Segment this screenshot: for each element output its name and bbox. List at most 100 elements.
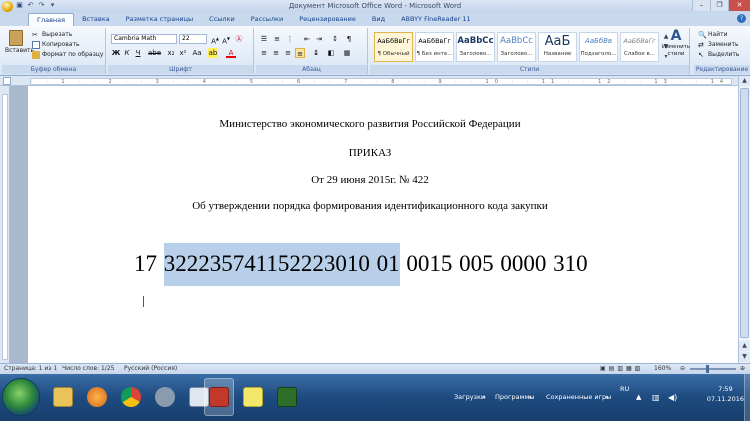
- start-button[interactable]: [2, 378, 40, 416]
- paste-button[interactable]: Вставить: [5, 29, 34, 63]
- change-styles-button[interactable]: A Изменить стили: [658, 28, 694, 64]
- grow-font-icon[interactable]: A▲: [210, 34, 220, 45]
- style-no-spacing[interactable]: АаБбВвГг ¶ Без инте...: [415, 32, 454, 62]
- style-heading-1[interactable]: AaBbCc Заголово...: [456, 32, 495, 62]
- network-tray-icon[interactable]: ▥: [652, 374, 660, 421]
- word-count[interactable]: Число слов: 1/25: [62, 364, 114, 374]
- tab-mailings[interactable]: Рассылки: [243, 13, 292, 26]
- style-normal[interactable]: АаБбВвГг ¶ Обычный: [374, 32, 413, 62]
- style-subtle-emphasis[interactable]: АаБбВвГг Слабое в...: [620, 32, 659, 62]
- cut-button[interactable]: ✂ Вырезать: [32, 30, 72, 39]
- taskbar-chrome[interactable]: [116, 378, 146, 416]
- tab-review[interactable]: Рецензирование: [291, 13, 364, 26]
- taskbar-notes[interactable]: [238, 378, 268, 416]
- zoom-slider[interactable]: [690, 368, 736, 370]
- zoom-level[interactable]: 160%: [654, 364, 671, 374]
- minimize-button[interactable]: –: [692, 0, 710, 11]
- toolbar-downloads[interactable]: Загрузки: [454, 374, 485, 421]
- vertical-scrollbar[interactable]: ▲ ▲ ▼: [738, 76, 750, 363]
- align-right-icon[interactable]: ≡: [283, 48, 293, 58]
- font-size-select[interactable]: 22: [179, 34, 207, 44]
- tab-view[interactable]: Вид: [364, 13, 393, 26]
- tab-references[interactable]: Ссылки: [201, 13, 243, 26]
- restore-button[interactable]: ❐: [710, 0, 728, 11]
- bullets-icon[interactable]: ☰: [259, 34, 269, 44]
- borders-icon[interactable]: ▦: [342, 48, 352, 58]
- zoom-out-icon[interactable]: ⊖: [680, 364, 685, 374]
- view-buttons[interactable]: ▣▤▥▦▧: [600, 364, 643, 374]
- code-suffix[interactable]: 0015 005 0000 310: [400, 251, 587, 276]
- line-spacing-icon[interactable]: ↨: [311, 48, 321, 58]
- ruler-scale[interactable]: · · 1 · · 2 · · 3 · · 4 · · 5 · · 6 · · …: [30, 78, 732, 85]
- replace-button[interactable]: ⇄ Заменить: [698, 40, 739, 49]
- copy-button[interactable]: Копировать: [32, 40, 79, 49]
- bold-icon[interactable]: Ж: [111, 48, 121, 58]
- language-indicator[interactable]: Русский (Россия): [124, 364, 177, 374]
- select-button[interactable]: ↖ Выделить: [698, 50, 739, 59]
- editing-group: 🔍Найти ⇄ Заменить ↖ Выделить Редактировани…: [694, 28, 750, 74]
- tab-insert[interactable]: Вставка: [74, 13, 118, 26]
- numbering-icon[interactable]: ≡: [272, 34, 282, 44]
- zoom-slider-knob[interactable]: [706, 365, 709, 373]
- doc-line-subject[interactable]: Об утверждении порядка формирования иден…: [10, 200, 738, 212]
- tab-home[interactable]: Главная: [28, 13, 75, 26]
- help-icon[interactable]: ?: [737, 14, 746, 23]
- next-page-icon[interactable]: ▼: [739, 352, 750, 362]
- document-area[interactable]: Министерство экономического развития Рос…: [10, 86, 738, 363]
- underline-icon[interactable]: Ч: [133, 48, 143, 58]
- justify-icon[interactable]: ≡: [295, 48, 305, 58]
- clear-format-icon[interactable]: Ⓐ: [234, 34, 244, 44]
- show-desktop-button[interactable]: [744, 374, 750, 421]
- font-family-select[interactable]: Cambria Math: [111, 34, 177, 44]
- multilevel-list-icon[interactable]: ⋮: [285, 34, 295, 44]
- taskbar-messenger[interactable]: [150, 378, 180, 416]
- doc-line-ministry[interactable]: Министерство экономического развития Рос…: [10, 118, 738, 130]
- taskbar-media[interactable]: [82, 378, 112, 416]
- doc-line-order[interactable]: ПРИКАЗ: [10, 147, 738, 159]
- purchase-code-line[interactable]: 17 322235741152223010 01 0015 005 0000 3…: [134, 243, 588, 286]
- page-count[interactable]: Страница: 1 из 1: [4, 364, 57, 374]
- shading-icon[interactable]: ◧: [326, 48, 336, 58]
- strikethrough-icon[interactable]: abe: [148, 48, 161, 58]
- taskbar-explorer[interactable]: [48, 378, 78, 416]
- highlight-icon[interactable]: ab: [208, 48, 218, 58]
- tab-page-layout[interactable]: Разметка страницы: [118, 13, 202, 26]
- taskbar-terminal[interactable]: [272, 378, 302, 416]
- superscript-icon[interactable]: x²: [178, 48, 188, 58]
- close-button[interactable]: ✕: [728, 0, 750, 11]
- align-center-icon[interactable]: ≡: [271, 48, 281, 58]
- system-clock[interactable]: 7:59 07.11.2016: [707, 384, 744, 404]
- tab-selector-icon[interactable]: [3, 77, 11, 85]
- style-heading-2[interactable]: AaBbCc Заголово...: [497, 32, 536, 62]
- show-hidden-icons[interactable]: ▲: [636, 374, 641, 421]
- input-language[interactable]: RU: [620, 374, 629, 421]
- scroll-up-icon[interactable]: ▲: [739, 76, 750, 86]
- font-color-icon[interactable]: A: [226, 48, 236, 58]
- sort-icon[interactable]: ↕: [330, 34, 340, 44]
- align-left-icon[interactable]: ≡: [259, 48, 269, 58]
- horizontal-ruler[interactable]: · · 1 · · 2 · · 3 · · 4 · · 5 · · 6 · · …: [0, 76, 738, 86]
- prev-page-icon[interactable]: ▲: [739, 341, 750, 351]
- vertical-ruler[interactable]: [0, 86, 10, 363]
- italic-icon[interactable]: К: [122, 48, 132, 58]
- volume-icon[interactable]: ◀): [668, 374, 677, 421]
- tab-abbyy[interactable]: ABBYY FineReader 11: [393, 13, 479, 26]
- change-case-icon[interactable]: Aa: [192, 48, 202, 58]
- selected-text[interactable]: 322235741152223010 01: [163, 243, 400, 286]
- increase-indent-icon[interactable]: ⇥: [314, 34, 324, 44]
- show-marks-icon[interactable]: ¶: [344, 34, 354, 44]
- taskbar-word[interactable]: [204, 378, 234, 416]
- doc-line-date[interactable]: От 29 июня 2015г. № 422: [10, 174, 738, 186]
- format-painter-button[interactable]: Формат по образцу: [32, 50, 103, 59]
- find-button[interactable]: 🔍Найти: [698, 30, 727, 39]
- subscript-icon[interactable]: x₂: [166, 48, 176, 58]
- decrease-indent-icon[interactable]: ⇤: [302, 34, 312, 44]
- style-subtitle[interactable]: АаБбВв Подзаголо...: [579, 32, 618, 62]
- code-prefix[interactable]: 17: [134, 251, 164, 276]
- zoom-in-icon[interactable]: ⊕: [740, 364, 745, 374]
- toolbar-saved-games[interactable]: Сохраненные игры: [546, 374, 611, 421]
- shrink-font-icon[interactable]: A▼: [221, 34, 231, 45]
- style-title[interactable]: АаБ Название: [538, 32, 577, 62]
- document-page[interactable]: Министерство экономического развития Рос…: [28, 86, 738, 363]
- scrollbar-thumb[interactable]: [740, 88, 749, 338]
